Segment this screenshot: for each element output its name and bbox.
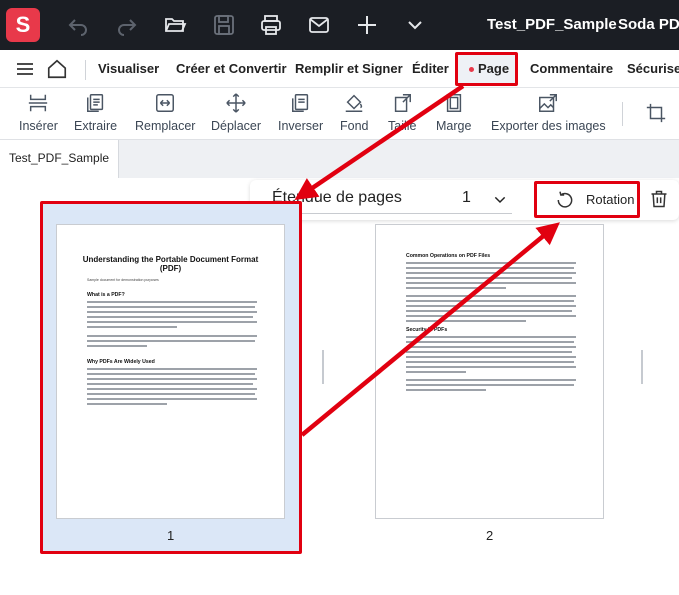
page-1-heading: What is a PDF?	[87, 292, 125, 298]
move-label: Déplacer	[211, 119, 262, 133]
mail-icon[interactable]	[307, 13, 331, 37]
menu-editer[interactable]: Éditer	[412, 61, 449, 76]
background-label: Fond	[340, 119, 369, 133]
app-name: Soda PDF	[618, 16, 679, 33]
title-bar: S Test_PDF_Sample Soda PDF	[0, 0, 679, 50]
drop-indicator	[641, 350, 643, 384]
paint-bucket-icon	[346, 94, 363, 112]
page-range-select[interactable]: 1	[462, 189, 471, 207]
page-2-heading: Security in PDFs	[406, 327, 448, 333]
menu-commentaire[interactable]: Commentaire	[530, 61, 613, 76]
reverse-button[interactable]: Inverser	[278, 92, 323, 133]
export-images-label: Exporter des images	[491, 119, 606, 133]
page-1-title: Understanding the Portable Document Form…	[82, 255, 259, 273]
resize-icon	[395, 94, 412, 112]
replace-label: Remplacer	[135, 119, 196, 133]
menu-divider	[85, 60, 86, 80]
move-button[interactable]: Déplacer	[211, 92, 261, 133]
move-icon	[226, 93, 246, 113]
insert-label: Insérer	[19, 119, 58, 133]
rotate-icon	[555, 190, 575, 215]
crop-icon[interactable]	[645, 102, 667, 129]
margin-button[interactable]: Marge	[436, 92, 471, 133]
extract-icon	[86, 94, 103, 112]
home-icon[interactable]	[46, 58, 68, 85]
export-image-icon	[539, 94, 558, 112]
menu-page-label: Page	[478, 61, 510, 76]
save-icon[interactable]	[212, 13, 236, 37]
insert-button[interactable]: Insérer	[19, 92, 58, 133]
chevron-down-icon[interactable]	[403, 13, 427, 37]
page-1-preview[interactable]: Understanding the Portable Document Form…	[56, 224, 285, 519]
redo-icon[interactable]	[115, 13, 139, 37]
new-plus-icon[interactable]	[355, 13, 379, 37]
menu-visualiser[interactable]: Visualiser	[98, 61, 159, 76]
document-title: Test_PDF_Sample	[487, 16, 617, 33]
page-2-heading: Common Operations on PDF Files	[406, 253, 491, 259]
reverse-label: Inverser	[278, 119, 324, 133]
menu-bar: Visualiser Créer et Convertir Remplir et…	[0, 50, 679, 88]
page-1-subtitle: Sample document for demonstration purpos…	[87, 278, 159, 282]
page-1-heading: Why PDFs Are Widely Used	[87, 359, 155, 365]
menu-page-tab[interactable]: Page	[455, 52, 518, 86]
page-toolbar: Insérer Extraire Remplacer Déplacer Inve…	[0, 88, 679, 140]
export-images-button[interactable]: Exporter des images	[491, 92, 606, 133]
background-button[interactable]: Fond	[340, 92, 369, 133]
replace-button[interactable]: Remplacer	[135, 92, 195, 133]
active-dot	[469, 67, 474, 72]
trash-icon[interactable]	[649, 189, 669, 214]
margin-label: Marge	[436, 119, 472, 133]
print-icon[interactable]	[259, 13, 283, 37]
replace-icon	[156, 94, 175, 112]
margin-icon	[446, 94, 461, 112]
menu-securiser[interactable]: Sécuriser	[627, 61, 679, 76]
soda-logo-icon[interactable]: S	[6, 8, 40, 42]
extract-button[interactable]: Extraire	[74, 92, 117, 133]
extract-label: Extraire	[74, 119, 118, 133]
toolbar-divider	[622, 102, 623, 126]
hamburger-menu-icon[interactable]	[16, 61, 34, 82]
drop-indicator	[322, 350, 324, 384]
menu-remplir-signer[interactable]: Remplir et Signer	[295, 61, 403, 76]
rotate-label: Rotation	[586, 192, 635, 207]
page-2-number: 2	[486, 528, 494, 543]
document-tab-label: Test_PDF_Sample	[9, 151, 110, 165]
chevron-down-icon[interactable]	[492, 192, 508, 213]
page-range-underline	[266, 213, 512, 214]
rotate-button[interactable]: Rotation	[534, 181, 640, 218]
document-tab[interactable]: Test_PDF_Sample	[0, 140, 119, 178]
reverse-icon	[291, 94, 308, 112]
menu-creer-convertir[interactable]: Créer et Convertir	[176, 61, 287, 76]
open-folder-icon[interactable]	[163, 13, 187, 37]
undo-icon[interactable]	[66, 13, 90, 37]
insert-icon	[29, 94, 48, 112]
page-1-number: 1	[167, 528, 175, 543]
size-label: Taille	[388, 119, 417, 133]
page-2-preview[interactable]: Common Operations on PDF Files Security …	[375, 224, 604, 519]
size-button[interactable]: Taille	[388, 92, 417, 133]
